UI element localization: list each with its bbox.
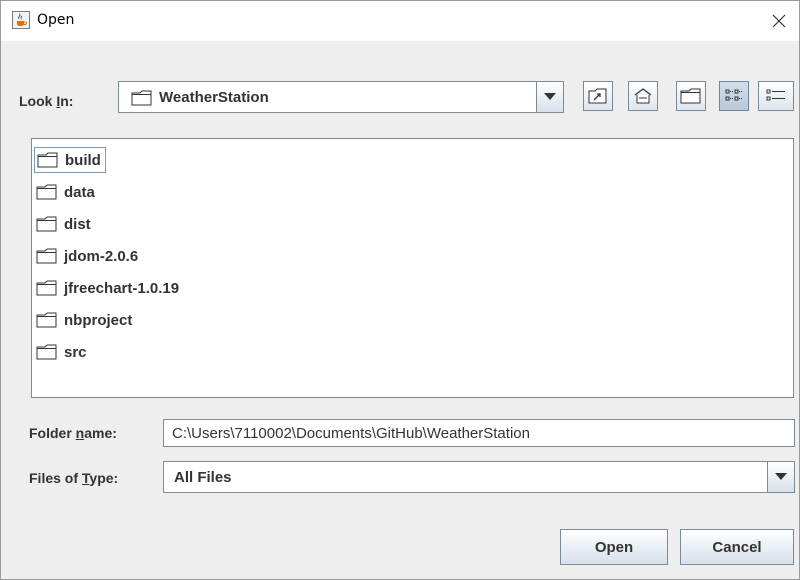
look-in-combo[interactable]: WeatherStation bbox=[118, 81, 564, 113]
list-view-button[interactable] bbox=[719, 81, 749, 111]
look-in-dropdown-button[interactable] bbox=[536, 82, 563, 112]
home-icon bbox=[634, 88, 652, 104]
up-one-level-button[interactable] bbox=[583, 81, 613, 111]
list-item[interactable]: nbproject bbox=[34, 307, 136, 333]
title-bar: Open bbox=[1, 1, 799, 41]
close-button[interactable] bbox=[761, 6, 797, 36]
look-in-label: Look In: bbox=[19, 93, 74, 109]
new-folder-icon bbox=[680, 88, 701, 104]
folder-name-label: Folder name: bbox=[29, 425, 117, 441]
list-item[interactable]: jdom-2.0.6 bbox=[34, 243, 142, 269]
list-item[interactable]: jfreechart-1.0.19 bbox=[34, 275, 183, 301]
create-new-folder-button[interactable] bbox=[676, 81, 706, 111]
folder-icon bbox=[37, 152, 58, 168]
home-button[interactable] bbox=[628, 81, 658, 111]
file-name: jfreechart-1.0.19 bbox=[64, 279, 180, 297]
folder-name-input[interactable] bbox=[163, 419, 795, 447]
list-item[interactable]: data bbox=[34, 179, 99, 205]
list-view-icon bbox=[725, 89, 742, 101]
files-of-type-value: All Files bbox=[174, 469, 232, 486]
chevron-down-icon bbox=[544, 93, 556, 100]
open-button[interactable]: Open bbox=[560, 529, 668, 565]
list-item[interactable]: build bbox=[34, 147, 106, 173]
file-list[interactable]: build data dist jdom-2.0.6 jfreechart-1.… bbox=[31, 138, 794, 398]
java-cup-icon bbox=[12, 11, 30, 29]
look-in-value: WeatherStation bbox=[159, 89, 269, 106]
files-of-type-label: Files of Type: bbox=[29, 470, 119, 486]
files-of-type-dropdown-button[interactable] bbox=[767, 462, 794, 492]
folder-icon bbox=[36, 280, 57, 296]
close-icon bbox=[772, 14, 786, 28]
open-dialog: Open Look In: WeatherStation build data … bbox=[0, 0, 800, 580]
cancel-button[interactable]: Cancel bbox=[680, 529, 794, 565]
details-view-icon bbox=[766, 89, 785, 101]
window-title: Open bbox=[37, 12, 75, 28]
folder-icon bbox=[36, 184, 57, 200]
files-of-type-combo[interactable]: All Files bbox=[163, 461, 795, 493]
file-name: src bbox=[64, 343, 87, 361]
list-item[interactable]: src bbox=[34, 339, 91, 365]
folder-icon bbox=[131, 90, 152, 106]
folder-icon bbox=[36, 216, 57, 232]
file-name: dist bbox=[64, 215, 91, 233]
file-name: jdom-2.0.6 bbox=[64, 247, 139, 265]
folder-icon bbox=[36, 344, 57, 360]
file-name: data bbox=[64, 183, 95, 201]
folder-up-icon bbox=[588, 88, 607, 104]
file-name: build bbox=[65, 151, 101, 169]
list-item[interactable]: dist bbox=[34, 211, 95, 237]
file-name: nbproject bbox=[64, 311, 133, 329]
chevron-down-icon bbox=[775, 473, 787, 480]
folder-icon bbox=[36, 312, 57, 328]
details-view-button[interactable] bbox=[758, 81, 794, 111]
folder-icon bbox=[36, 248, 57, 264]
